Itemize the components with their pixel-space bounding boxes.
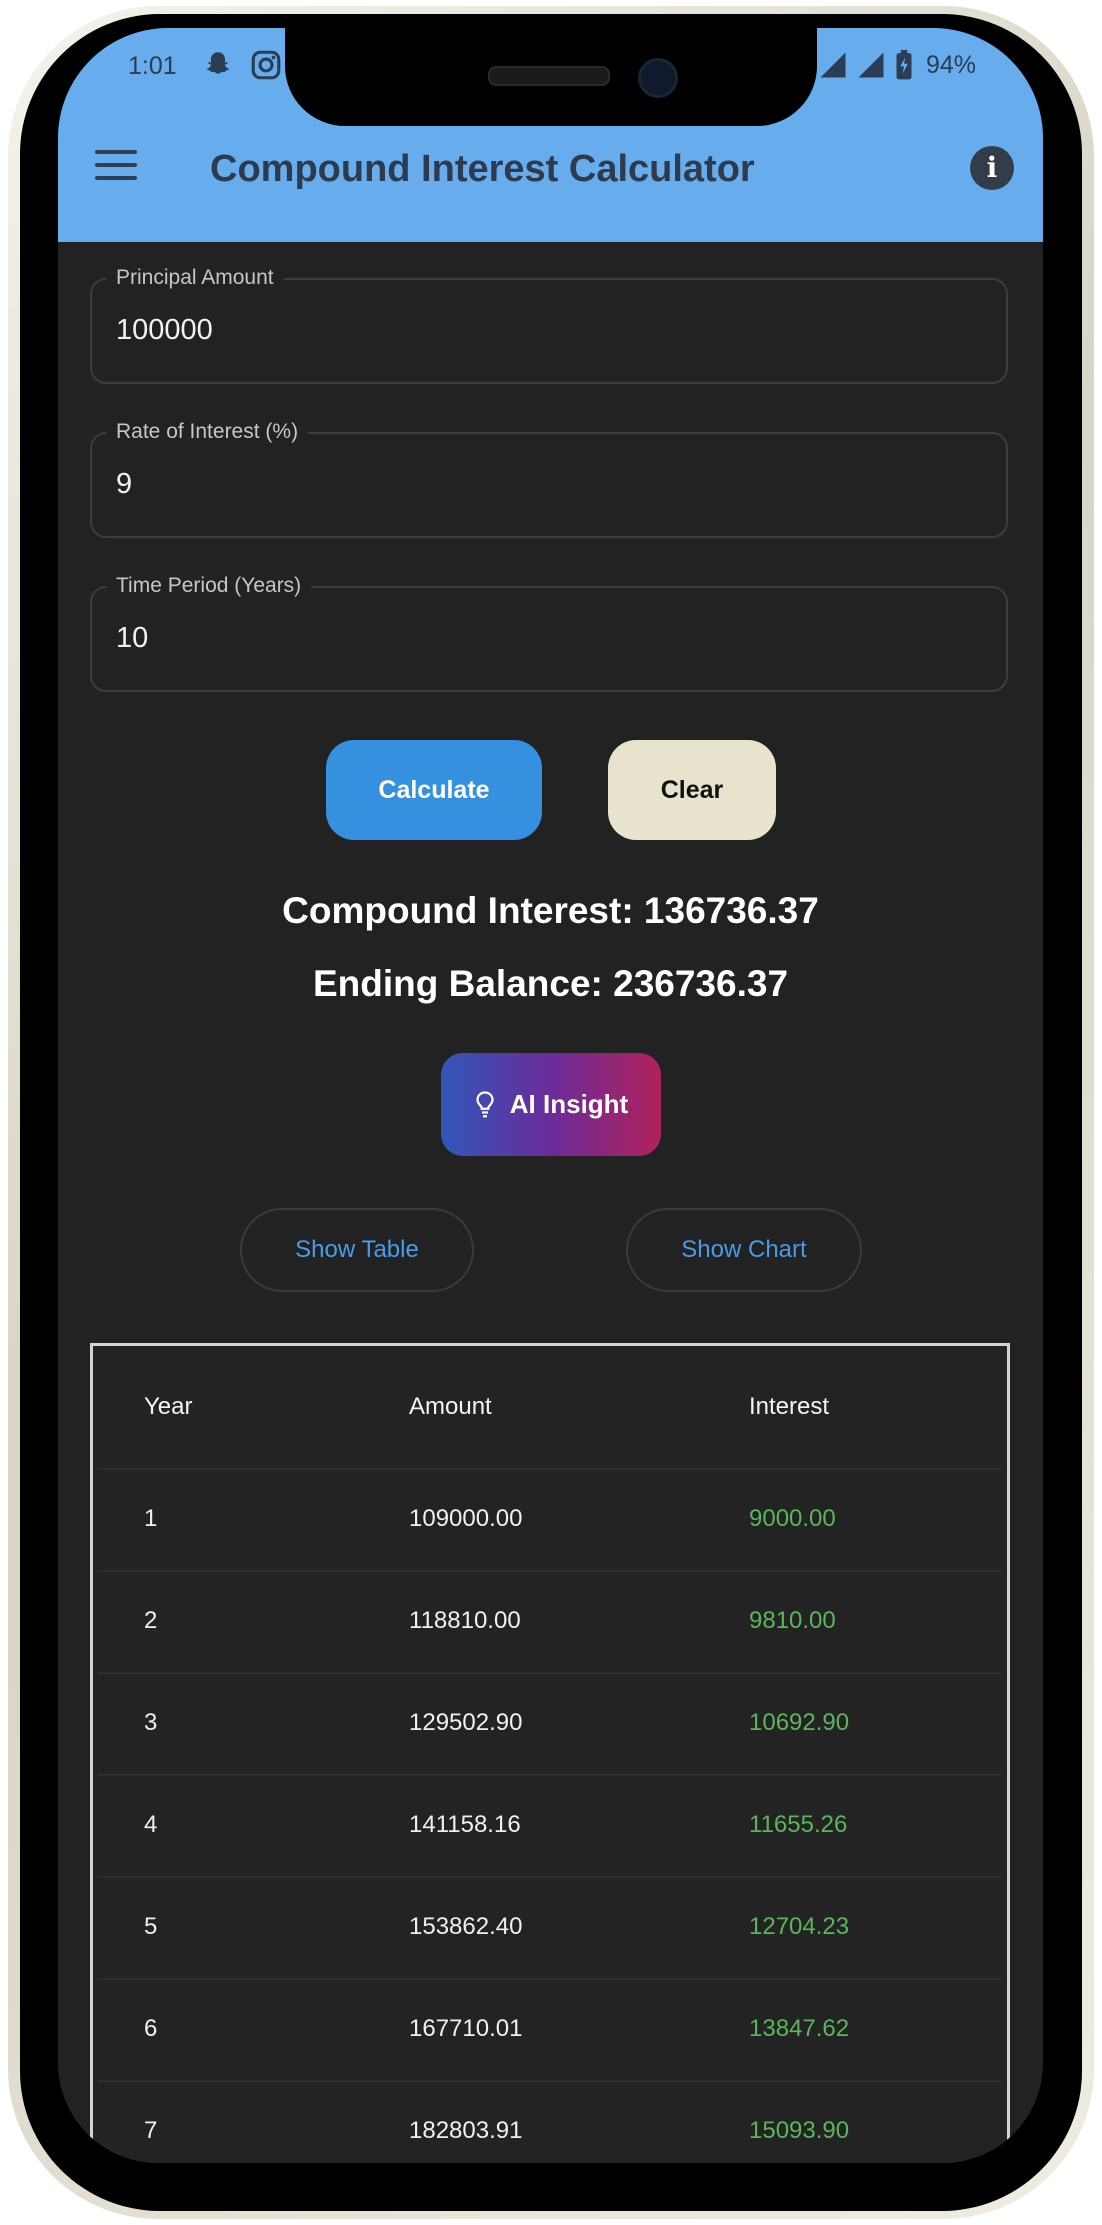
rate-field[interactable]: Rate of Interest (%)	[90, 420, 1008, 538]
time-label: Time Period (Years)	[106, 574, 312, 598]
lightbulb-icon	[476, 1090, 494, 1117]
compound-interest-result: Compound Interest: 136736.37	[282, 890, 819, 931]
cell-amount: 153862.40	[409, 1913, 523, 1940]
header-amount: Amount	[409, 1393, 492, 1420]
cell-amount: 109000.00	[409, 1505, 523, 1532]
app-screen: 1:01 94% Compound Interest Calculator i …	[58, 28, 1043, 2163]
cell-interest: 9000.00	[749, 1505, 836, 1532]
battery-charging-icon	[896, 50, 912, 80]
table-row: 1 109000.00 9000.00	[98, 1468, 1002, 1572]
principal-field[interactable]: Principal Amount	[90, 266, 1008, 384]
principal-label: Principal Amount	[106, 266, 284, 290]
app-title: Compound Interest Calculator	[210, 148, 755, 190]
cell-interest: 12704.23	[749, 1913, 850, 1940]
app-bar: 1:01 94% Compound Interest Calculator i	[58, 28, 1043, 242]
ai-insight-label: AI Insight	[509, 1089, 629, 1119]
instagram-icon	[251, 50, 281, 80]
status-time: 1:01	[128, 52, 177, 80]
cell-interest: 10692.90	[749, 1709, 850, 1736]
status-right-group: 94%	[818, 48, 976, 82]
calculate-button[interactable]: Calculate	[326, 740, 542, 840]
cell-year: 2	[144, 1607, 158, 1634]
table-row: 3 129502.90 10692.90	[98, 1672, 1002, 1776]
front-camera	[638, 58, 678, 98]
header-interest: Interest	[749, 1393, 830, 1420]
results-table: Year Amount Interest 1 109000.00 9000.00…	[90, 1343, 1010, 2163]
header-year: Year	[144, 1393, 193, 1420]
info-icon[interactable]: i	[970, 146, 1014, 190]
clear-button[interactable]: Clear	[608, 740, 776, 840]
rate-input[interactable]	[116, 468, 966, 501]
rate-label: Rate of Interest (%)	[106, 420, 309, 444]
camera-notch	[285, 28, 817, 126]
cell-year: 1	[144, 1505, 158, 1532]
cell-year: 4	[144, 1811, 158, 1838]
cell-interest: 13847.62	[749, 2015, 850, 2042]
cell-interest: 15093.90	[749, 2117, 850, 2144]
speaker-grille	[488, 66, 610, 86]
cell-amount: 182803.91	[409, 2117, 523, 2144]
table-row: 2 118810.00 9810.00	[98, 1570, 1002, 1674]
show-table-button[interactable]: Show Table	[240, 1208, 474, 1292]
ending-balance-result: Ending Balance: 236736.37	[312, 963, 789, 1004]
cell-amount: 129502.90	[409, 1709, 523, 1736]
cell-amount: 167710.01	[409, 2015, 523, 2042]
cell-interest: 11655.26	[749, 1811, 848, 1838]
principal-input[interactable]	[116, 314, 966, 347]
time-input[interactable]	[116, 622, 966, 655]
time-field[interactable]: Time Period (Years)	[90, 574, 1008, 692]
table-row: 6 167710.01 13847.62	[98, 1978, 1002, 2082]
cell-interest: 9810.00	[749, 1607, 836, 1634]
battery-level: 94%	[926, 50, 977, 79]
table-row: 4 141158.16 11655.26	[98, 1774, 1002, 1878]
menu-icon[interactable]	[95, 150, 139, 184]
signal-icon	[858, 52, 884, 78]
show-chart-button[interactable]: Show Chart	[626, 1208, 862, 1292]
table-row: 7 182803.91 15093.90	[98, 2080, 1002, 2163]
cell-year: 3	[144, 1709, 158, 1736]
cell-amount: 141158.16	[409, 1811, 521, 1838]
cell-year: 7	[144, 2117, 158, 2144]
signal-icon	[820, 52, 846, 78]
cell-amount: 118810.00	[409, 1607, 521, 1634]
cell-year: 6	[144, 2015, 158, 2042]
table-header-row: Year Amount Interest	[98, 1346, 1002, 1470]
table-row: 5 153862.40 12704.23	[98, 1876, 1002, 1980]
cell-year: 5	[144, 1913, 158, 1940]
snapchat-icon	[206, 52, 230, 74]
ai-insight-button[interactable]: AI Insight	[441, 1053, 661, 1156]
